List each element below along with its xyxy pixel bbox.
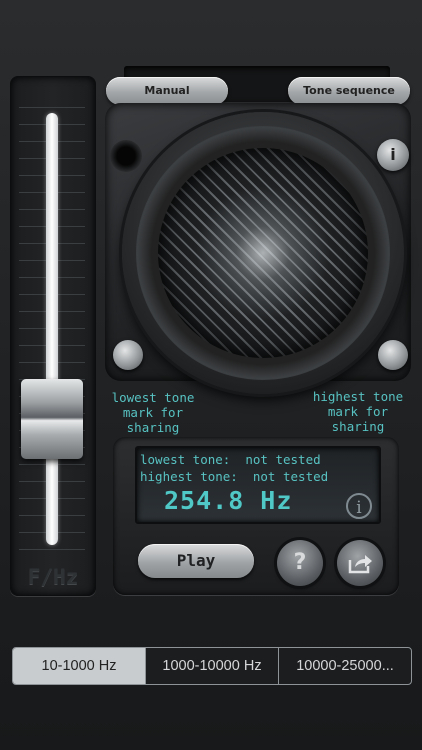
lowest-tone-status: lowest tone: not tested [140, 452, 321, 467]
lowest-tone-mark-label: lowest tone mark for sharing [100, 390, 206, 435]
highest-tone-status: highest tone: not tested [140, 469, 329, 484]
tone-sequence-button[interactable]: Tone sequence [288, 77, 410, 105]
range-segment-0[interactable]: 10-1000 Hz [13, 648, 146, 684]
range-segment-2[interactable]: 10000-25000... [279, 648, 411, 684]
speaker-grille [158, 148, 368, 358]
slider-tick [19, 549, 85, 550]
frequency-range-selector: 10-1000 Hz 1000-10000 Hz 10000-25000... [12, 647, 412, 685]
frequency-readout: 254.8 Hz [164, 486, 293, 515]
info-icon: i [390, 145, 396, 164]
range-segment-1[interactable]: 1000-10000 Hz [146, 648, 279, 684]
lowest-tone-mark-text: lowest tone mark for sharing [111, 390, 195, 435]
slider-track[interactable] [46, 113, 58, 545]
highest-tone-mark-label: highest tone mark for sharing [304, 389, 412, 434]
slider-thumb[interactable] [21, 379, 83, 460]
slider-axis-label: F/Hz [27, 565, 79, 589]
share-button[interactable] [337, 540, 383, 586]
manual-button[interactable]: Manual [106, 77, 228, 105]
highest-tone-mark-button[interactable] [378, 340, 408, 370]
speaker-screw-hole [110, 140, 142, 172]
display-info-icon[interactable]: i [346, 493, 372, 519]
highest-tone-mark-text: highest tone mark for sharing [312, 389, 404, 434]
frequency-slider-panel: F/Hz [10, 76, 96, 596]
lowest-tone-mark-button[interactable] [113, 340, 143, 370]
info-button[interactable]: i [377, 139, 409, 171]
help-button[interactable]: ? [277, 540, 323, 586]
question-icon: ? [293, 550, 307, 575]
play-button[interactable]: Play [138, 544, 254, 578]
share-icon [348, 555, 372, 574]
slider-tick [19, 107, 85, 108]
